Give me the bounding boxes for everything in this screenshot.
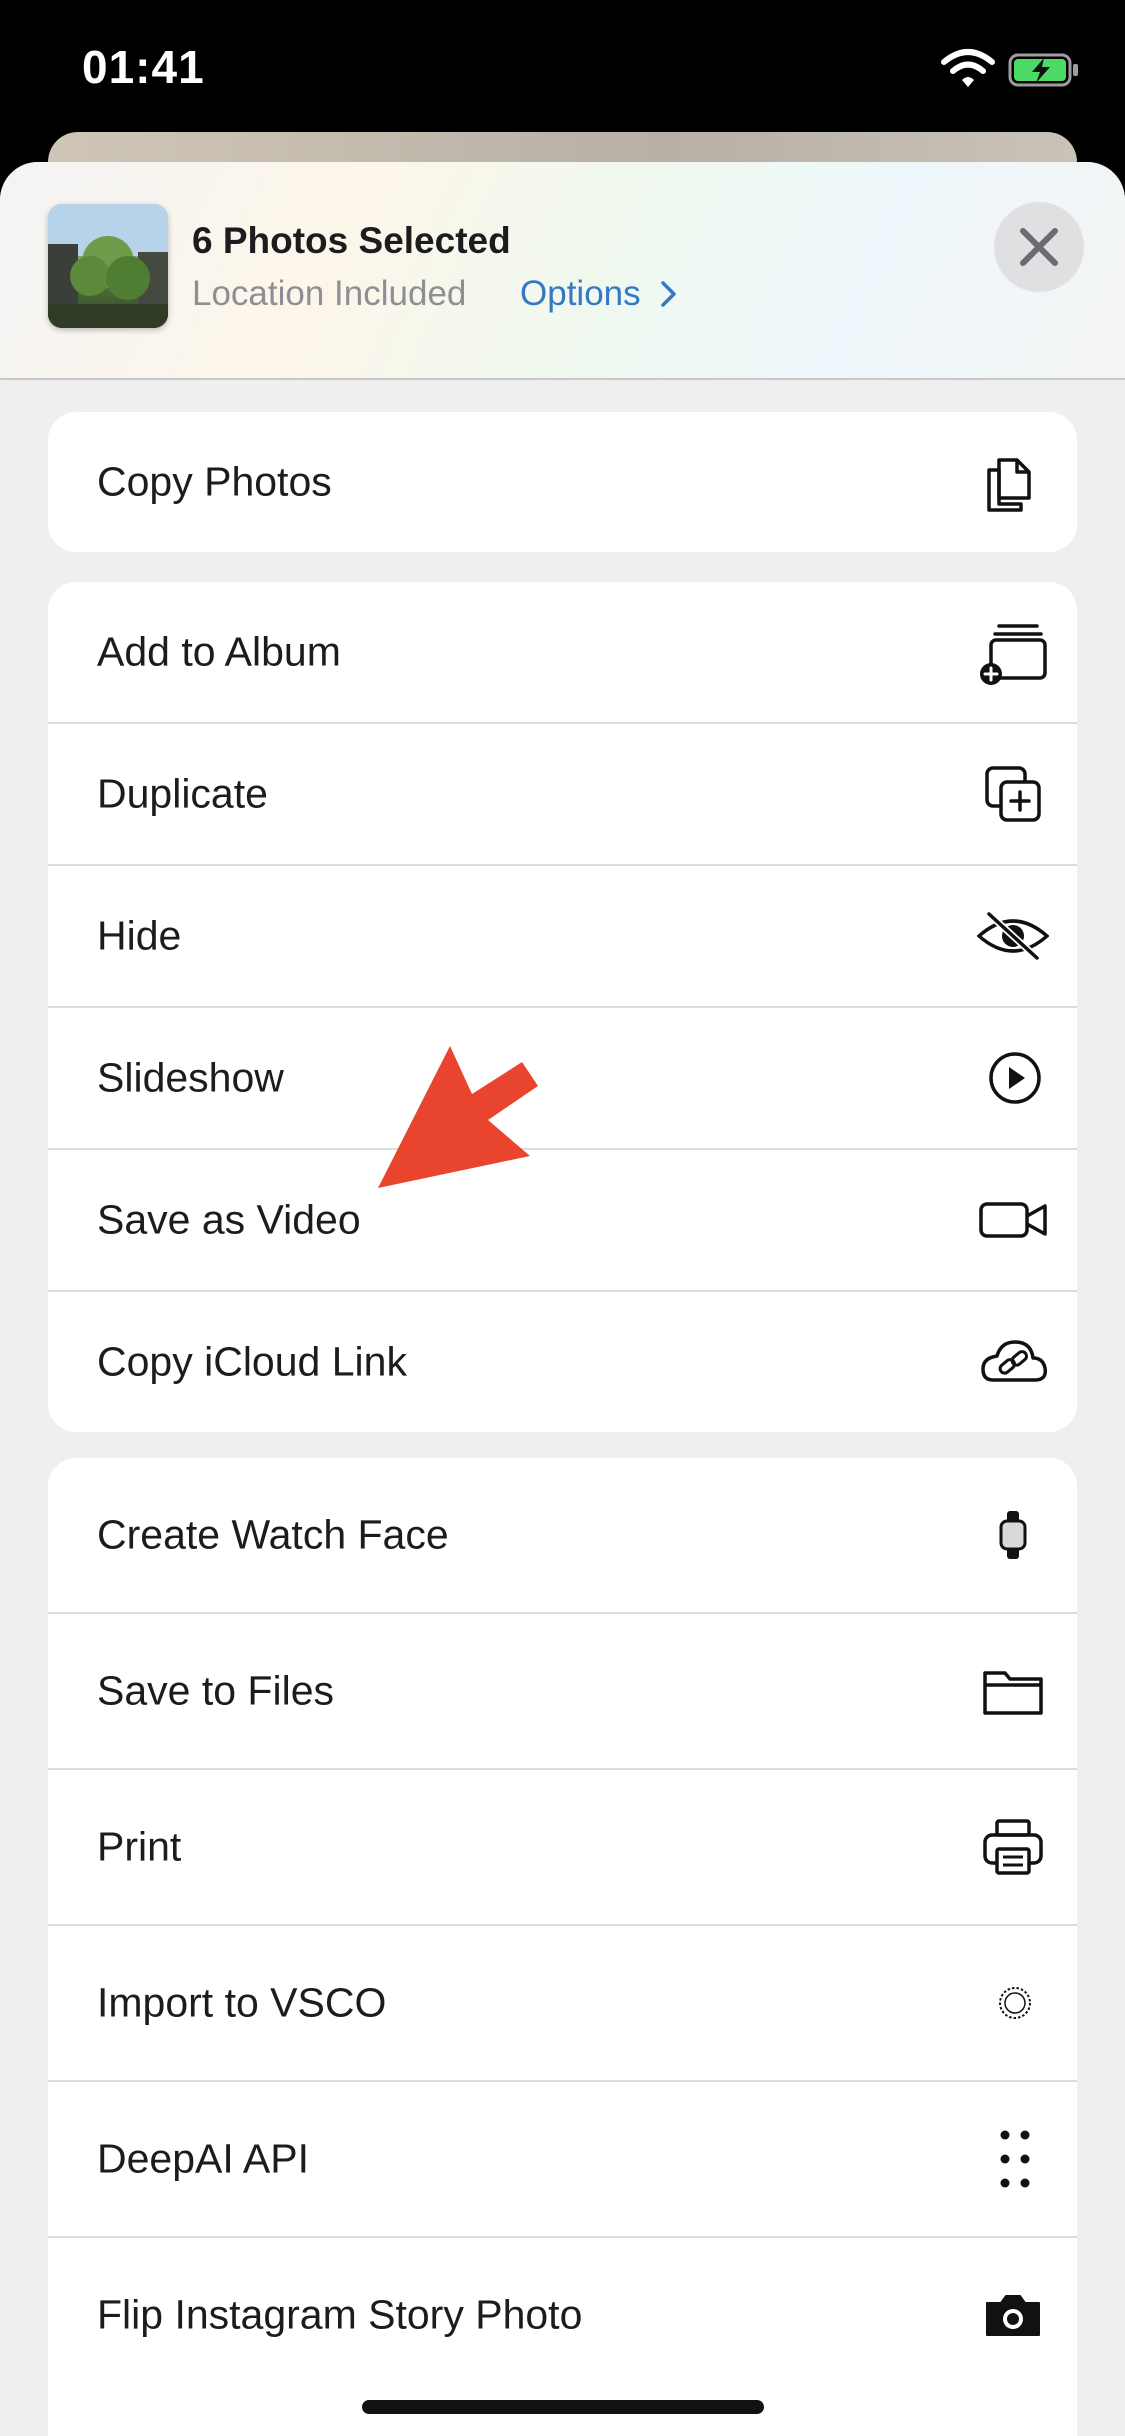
location-status: Location Included (192, 274, 467, 313)
selection-title: 6 Photos Selected (192, 220, 511, 261)
annotation-arrow-icon (378, 1046, 538, 1188)
watch-icon (977, 1499, 1049, 1571)
action-duplicate[interactable]: Duplicate (48, 724, 1077, 866)
action-label: Duplicate (97, 770, 268, 817)
action-create-watch-face[interactable]: Create Watch Face (48, 1458, 1077, 1614)
share-sheet-header: 6 Photos Selected Location Included Opti… (0, 162, 1125, 380)
options-label: Options (520, 274, 641, 313)
close-icon (1020, 228, 1058, 266)
wifi-icon (941, 49, 995, 87)
action-print[interactable]: Print (48, 1770, 1077, 1926)
home-indicator[interactable] (362, 2400, 764, 2414)
photo-thumbnail (48, 204, 168, 328)
camera-icon (977, 2279, 1049, 2351)
add-to-album-icon (977, 616, 1049, 688)
action-save-to-files[interactable]: Save to Files (48, 1614, 1077, 1770)
action-label: Add to Album (97, 628, 341, 675)
action-group-photos: Add to Album Duplicate Hide Slideshow Sa… (48, 582, 1077, 1432)
close-button[interactable] (994, 202, 1084, 292)
action-label: Print (97, 1823, 182, 1870)
action-label: Create Watch Face (97, 1511, 449, 1558)
action-label: Slideshow (97, 1054, 284, 1101)
action-import-to-vsco[interactable]: Import to VSCO (48, 1926, 1077, 2082)
action-label: Copy Photos (97, 458, 332, 505)
printer-icon (977, 1811, 1049, 1883)
action-add-to-album[interactable]: Add to Album (48, 582, 1077, 724)
action-save-as-video[interactable]: Save as Video (48, 1150, 1077, 1292)
action-copy-icloud-link[interactable]: Copy iCloud Link (48, 1292, 1077, 1432)
action-label: Copy iCloud Link (97, 1338, 407, 1385)
action-label: Flip Instagram Story Photo (97, 2291, 583, 2338)
action-slideshow[interactable]: Slideshow (48, 1008, 1077, 1150)
copy-document-icon (977, 446, 1049, 518)
action-label: Hide (97, 912, 182, 959)
status-time: 01:41 (82, 41, 205, 93)
folder-icon (977, 1655, 1049, 1727)
cloud-link-icon (977, 1326, 1049, 1398)
action-deepai-api[interactable]: DeepAI API (48, 2082, 1077, 2238)
dots-grid-icon (977, 2123, 1049, 2195)
video-camera-icon (977, 1184, 1049, 1256)
action-label: Save to Files (97, 1667, 334, 1714)
vsco-icon (977, 1967, 1049, 2039)
action-group-shortcuts: Create Watch Face Save to Files Print Im… (48, 1458, 1077, 2436)
action-flip-instagram-story-photo[interactable]: Flip Instagram Story Photo (48, 2238, 1077, 2392)
action-label: Import to VSCO (97, 1979, 387, 2026)
options-link[interactable]: Options (520, 274, 680, 314)
action-copy-photos[interactable]: Copy Photos (48, 412, 1077, 552)
battery-icon (1008, 53, 1078, 87)
action-group-copy: Copy Photos (48, 412, 1077, 552)
status-bar: 01:41 (0, 0, 1125, 140)
play-circle-icon (977, 1042, 1049, 1114)
chevron-right-icon (661, 281, 677, 307)
action-label: Save as Video (97, 1196, 361, 1243)
action-hide[interactable]: Hide (48, 866, 1077, 1008)
action-label: DeepAI API (97, 2135, 309, 2182)
eye-slash-icon (976, 900, 1050, 972)
duplicate-icon (977, 758, 1049, 830)
